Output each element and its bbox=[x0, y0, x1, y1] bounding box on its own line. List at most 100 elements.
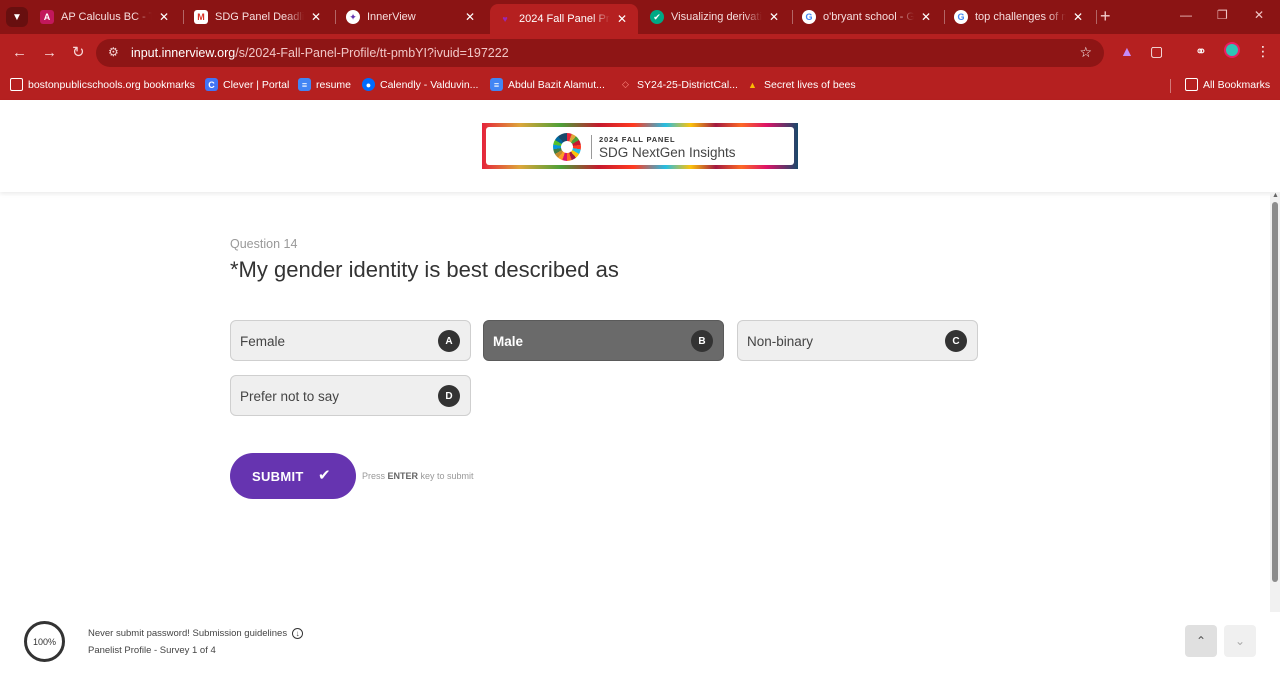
banner-subtitle: 2024 FALL PANEL bbox=[599, 135, 676, 144]
banner-divider bbox=[591, 135, 592, 159]
submit-button[interactable]: SUBMIT ✔ bbox=[230, 453, 356, 499]
bookmark-label: Abdul Bazit Alamut... bbox=[508, 78, 605, 91]
bookmark-item[interactable]: ▲ Secret lives of bees bbox=[746, 78, 856, 91]
sync-icon[interactable]: ⚭ bbox=[1195, 43, 1207, 60]
extension-icon[interactable]: ▲ bbox=[1120, 43, 1134, 59]
choice-non-binary[interactable]: Non-binary C bbox=[737, 320, 978, 361]
all-bookmarks-button[interactable]: All Bookmarks bbox=[1185, 78, 1270, 91]
choice-prefer-not-to-say[interactable]: Prefer not to say D bbox=[230, 375, 471, 416]
browser-tab[interactable]: G top challenges of ma ✕ bbox=[946, 4, 1094, 30]
site-settings-icon[interactable]: ⚙ bbox=[108, 45, 119, 59]
browser-tab[interactable]: ✦ InnerView ✕ bbox=[338, 4, 486, 30]
extensions-puzzle-icon[interactable]: ▢ bbox=[1150, 43, 1163, 60]
banner-inner: 2024 FALL PANEL SDG NextGen Insights bbox=[486, 127, 794, 165]
bookmark-folder[interactable]: bostonpublicschools.org bookmarks bbox=[10, 78, 195, 91]
choice-male[interactable]: Male B bbox=[483, 320, 724, 361]
browser-tab[interactable]: G o'bryant school - Go ✕ bbox=[794, 4, 942, 30]
hint-key: ENTER bbox=[387, 471, 419, 481]
guidelines-text: Never submit password! Submission guidel… bbox=[88, 628, 288, 639]
close-tab-icon[interactable]: ✕ bbox=[918, 10, 934, 24]
close-tab-icon[interactable]: ✕ bbox=[1070, 10, 1086, 24]
close-tab-icon[interactable]: ✕ bbox=[614, 12, 630, 26]
choice-label: Male bbox=[493, 334, 524, 349]
forward-arrow-icon[interactable]: → bbox=[42, 44, 57, 62]
bookmark-item[interactable]: ◇ SY24-25-DistrictCal... bbox=[619, 78, 738, 91]
browser-tab[interactable]: ✔ Visualizing derivative ✕ bbox=[642, 4, 790, 30]
bookmark-label: Secret lives of bees bbox=[764, 78, 856, 91]
previous-question-button[interactable]: ⌃ bbox=[1185, 625, 1217, 657]
close-tab-icon[interactable]: ✕ bbox=[766, 10, 782, 24]
clever-icon: C bbox=[205, 78, 218, 91]
choice-label: Non-binary bbox=[747, 334, 814, 349]
district-calendar-icon: ◇ bbox=[622, 79, 629, 89]
profile-avatar[interactable] bbox=[1224, 42, 1240, 58]
submit-hint: Press ENTER key to submit bbox=[362, 471, 474, 481]
sdg-wheel-logo-icon bbox=[553, 133, 581, 161]
browser-tab[interactable]: A AP Calculus BC - Tap ✕ bbox=[32, 4, 180, 30]
bookmark-item[interactable]: ● Calendly - Valduvin... bbox=[362, 78, 478, 91]
submission-guidelines-link[interactable]: Never submit password! Submission guidel… bbox=[88, 628, 304, 639]
download-icon[interactable]: ↓ bbox=[292, 628, 304, 639]
tab-separator bbox=[792, 10, 793, 24]
tab-title: top challenges of ma bbox=[975, 11, 1066, 23]
innerview-favicon-icon: ♥ bbox=[502, 14, 508, 24]
bookmark-label: Clever | Portal bbox=[223, 78, 290, 91]
bookmark-label: Calendly - Valduvin... bbox=[380, 78, 479, 91]
choice-label: Female bbox=[240, 334, 286, 349]
minimize-window-icon[interactable]: — bbox=[1180, 8, 1192, 22]
google-drive-icon: ▲ bbox=[748, 79, 757, 90]
google-docs-icon: ≡ bbox=[490, 78, 503, 91]
close-window-icon[interactable]: ✕ bbox=[1254, 8, 1264, 22]
bookmarks-bar: bostonpublicschools.org bookmarks C Clev… bbox=[0, 72, 1280, 100]
url-path: /s/2024-Fall-Panel-Profile/tt-pmbYI?ivui… bbox=[235, 46, 509, 60]
new-tab-button[interactable]: + bbox=[1100, 6, 1111, 26]
tab-title: AP Calculus BC - Tap bbox=[61, 11, 152, 23]
folder-icon bbox=[10, 78, 23, 91]
tab-search-button[interactable]: ▼ bbox=[6, 7, 28, 27]
bookmark-label: resume bbox=[316, 78, 352, 91]
khan-academy-favicon-icon: ✔ bbox=[650, 10, 664, 24]
close-tab-icon[interactable]: ✕ bbox=[462, 10, 478, 24]
choice-female[interactable]: Female A bbox=[230, 320, 471, 361]
close-tab-icon[interactable]: ✕ bbox=[308, 10, 324, 24]
question-text: *My gender identity is best described as bbox=[230, 257, 619, 282]
reload-icon[interactable]: ↻ bbox=[72, 44, 85, 62]
tab-title: 2024 Fall Panel Profil bbox=[519, 13, 610, 25]
tab-separator bbox=[183, 10, 184, 24]
address-url[interactable]: input.innerview.org/s/2024-Fall-Panel-Pr… bbox=[131, 46, 509, 60]
bookmark-label: bostonpublicschools.org bookmarks bbox=[28, 78, 195, 91]
google-docs-icon: ≡ bbox=[298, 78, 311, 91]
browser-tab[interactable]: M SDG Panel Deadline ✕ bbox=[186, 4, 332, 30]
close-tab-icon[interactable]: ✕ bbox=[156, 10, 172, 24]
back-arrow-icon[interactable]: ← bbox=[12, 44, 27, 62]
bookmark-item[interactable]: ≡ Abdul Bazit Alamut... bbox=[490, 78, 605, 91]
bookmark-star-icon[interactable]: ☆ bbox=[1079, 44, 1092, 61]
next-question-button[interactable]: ⌄ bbox=[1224, 625, 1256, 657]
scroll-up-arrow-icon[interactable]: ▲ bbox=[1272, 192, 1279, 199]
survey-progress-text: Panelist Profile - Survey 1 of 4 bbox=[88, 645, 216, 656]
hint-prefix: Press bbox=[362, 471, 388, 481]
tab-separator bbox=[335, 10, 336, 24]
calendly-icon: ● bbox=[362, 78, 375, 91]
choice-key-badge: B bbox=[691, 330, 713, 352]
browser-menu-icon[interactable]: ⋮ bbox=[1256, 43, 1270, 60]
bookmark-item[interactable]: C Clever | Portal bbox=[205, 78, 289, 91]
scrollbar-thumb[interactable] bbox=[1272, 202, 1278, 582]
bookmarks-separator bbox=[1170, 79, 1171, 93]
address-bar[interactable]: ⚙ input.innerview.org/s/2024-Fall-Panel-… bbox=[96, 39, 1104, 67]
tab-title: Visualizing derivative bbox=[671, 11, 762, 23]
submit-label: SUBMIT bbox=[252, 469, 304, 484]
google-favicon-icon: G bbox=[954, 10, 968, 24]
sdg-panel-banner: 2024 FALL PANEL SDG NextGen Insights bbox=[482, 123, 798, 169]
progress-indicator: 100% bbox=[24, 621, 65, 662]
checkmark-icon: ✔ bbox=[318, 467, 331, 484]
url-host: input.innerview.org bbox=[131, 46, 236, 60]
bookmark-item[interactable]: ≡ resume bbox=[298, 78, 351, 91]
browser-tab-active[interactable]: ♥ 2024 Fall Panel Profil ✕ bbox=[490, 4, 638, 34]
choice-key-badge: A bbox=[438, 330, 460, 352]
choice-label: Prefer not to say bbox=[240, 389, 340, 404]
restore-window-icon[interactable]: ❐ bbox=[1217, 8, 1228, 22]
browser-tab-strip: ▼ A AP Calculus BC - Tap ✕ M SDG Panel D… bbox=[0, 0, 1280, 34]
page-scrollbar[interactable]: ▲ bbox=[1270, 192, 1280, 612]
tab-title: InnerView bbox=[367, 11, 416, 23]
